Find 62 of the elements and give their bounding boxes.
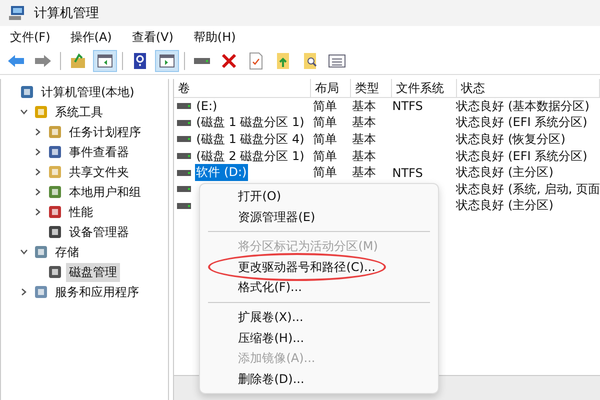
menu-item[interactable]: 操作(A) <box>70 28 112 46</box>
tree-item[interactable]: 计算机管理(本地) <box>38 82 138 102</box>
table-cell: 简单 <box>313 114 338 132</box>
table-cell: 简单 <box>313 130 338 148</box>
tree-item[interactable]: 事件查看器 <box>66 142 132 162</box>
table-cell: 状态良好 (EFI 系统分区) <box>456 148 588 165</box>
table-cell: 简单 <box>313 164 338 182</box>
table-cell[interactable]: (磁盘 1 磁盘分区 1) <box>195 114 306 132</box>
tree-pane-icon[interactable] <box>93 50 117 72</box>
table-cell: 状态良好 (基本数据分区) <box>456 98 590 115</box>
context-menu-item[interactable]: 格式化(F)... <box>200 277 438 298</box>
table-cell[interactable]: (磁盘 2 磁盘分区 1) <box>195 148 306 165</box>
context-menu-item[interactable]: 更改驱动器号和路径(C)... <box>200 256 438 278</box>
tree-item[interactable]: 存储 <box>52 242 82 262</box>
table-cell[interactable]: (磁盘 1 磁盘分区 4) <box>195 130 306 148</box>
menu-item[interactable]: 帮助(H) <box>193 28 236 46</box>
chevron-icon[interactable] <box>33 147 43 157</box>
table-cell: NTFS <box>392 166 423 180</box>
tree-item[interactable]: 性能 <box>66 202 96 222</box>
table-cell[interactable]: (E:) <box>195 99 218 114</box>
tree-item[interactable]: 服务和应用程序 <box>52 282 142 302</box>
table-cell: 简单 <box>313 98 338 115</box>
table-cell: 简单 <box>313 148 338 165</box>
chevron-icon[interactable] <box>33 187 43 197</box>
tree-item[interactable]: 本地用户和组 <box>66 182 144 202</box>
context-menu-item[interactable]: 扩展卷(X)... <box>200 306 438 328</box>
table-cell: 状态良好 (主分区) <box>456 164 554 182</box>
chevron-icon[interactable] <box>19 107 29 117</box>
context-menu-item[interactable]: 删除卷(D)... <box>200 368 438 390</box>
context-menu-item[interactable]: 压缩卷(H)... <box>200 328 438 348</box>
table-cell: 状态良好 (恢复分区) <box>456 130 566 148</box>
table-cell[interactable]: 软件 (D:) <box>195 164 248 182</box>
column-header[interactable]: 类型 <box>351 79 392 97</box>
table-cell: 状态良好 (系统, 启动, 页面 <box>456 180 600 198</box>
column-header[interactable]: 卷 <box>174 79 312 97</box>
table-cell: 状态良好 (EFI 系统分区) <box>456 114 588 132</box>
chevron-icon[interactable] <box>19 247 29 257</box>
column-header[interactable]: 布局 <box>311 79 352 97</box>
tree-item[interactable]: 磁盘管理 <box>66 262 120 282</box>
context-menu-item[interactable]: 打开(O) <box>200 186 438 207</box>
column-header[interactable]: 文件系统 <box>392 79 458 97</box>
chevron-icon[interactable] <box>33 207 43 217</box>
table-cell: 基本 <box>352 130 376 148</box>
window-title: 计算机管理 <box>34 5 99 22</box>
chevron-icon[interactable] <box>33 167 43 177</box>
tree-item[interactable]: 系统工具 <box>52 102 106 122</box>
table-cell: 基本 <box>352 98 376 115</box>
tree-item[interactable]: 设备管理器 <box>66 222 132 242</box>
table-cell: 状态良好 (主分区) <box>456 197 554 214</box>
tree-item[interactable]: 任务计划程序 <box>66 122 144 142</box>
menu-item[interactable]: 查看(V) <box>132 28 174 46</box>
table-cell: 基本 <box>352 164 376 182</box>
tree-item[interactable]: 共享文件夹 <box>66 162 132 182</box>
table-cell: 基本 <box>352 114 376 132</box>
chevron-icon[interactable] <box>19 287 29 297</box>
chevron-icon[interactable] <box>33 127 43 137</box>
context-menu-item[interactable]: 资源管理器(E) <box>200 206 438 228</box>
action-pane-icon[interactable] <box>155 50 179 72</box>
column-header[interactable]: 状态 <box>457 79 600 97</box>
table-cell: NTFS <box>392 99 423 114</box>
table-cell: 基本 <box>352 148 376 165</box>
menu-item[interactable]: 文件(F) <box>10 28 50 46</box>
